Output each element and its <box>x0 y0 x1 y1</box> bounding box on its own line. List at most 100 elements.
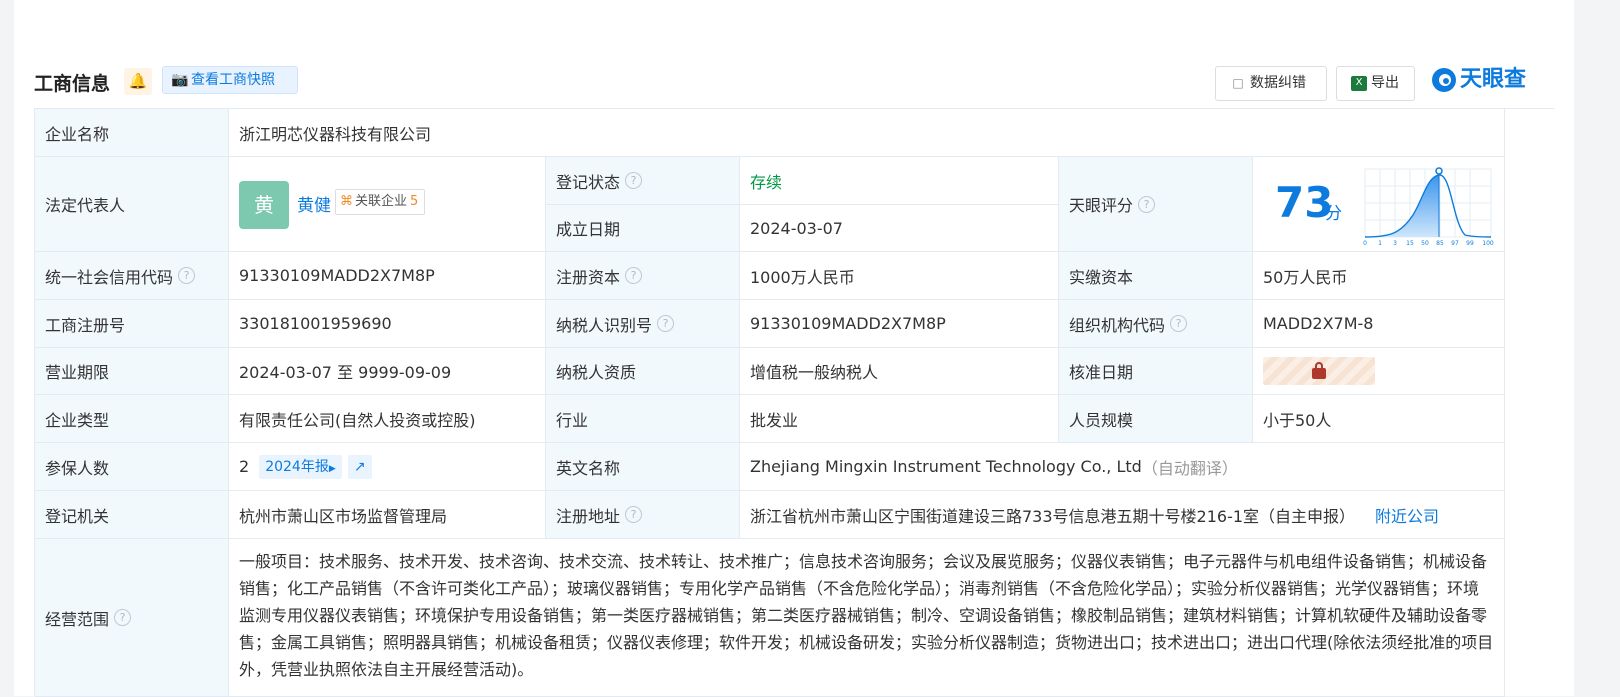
value-company-type: 有限责任公司(自然人投资或控股) <box>229 395 546 443</box>
auto-translate-note: （自动翻译） <box>1141 458 1238 478</box>
network-icon: ⌘ <box>340 194 353 209</box>
camera-icon: 📷 <box>171 72 189 88</box>
label-company-type: 企业类型 <box>35 395 229 443</box>
value-reg-authority: 杭州市萧山区市场监督管理局 <box>229 491 546 539</box>
brand-text: 天眼查 <box>1460 67 1527 92</box>
credit-code-text: 91330109MADD2X7M8P <box>239 266 435 285</box>
label-text: 天眼评分 <box>1069 196 1134 215</box>
value-biz-reg-no: 330181001959690 <box>229 300 546 348</box>
biz-term-text: 2024-03-07 至 9999-09-09 <box>239 363 452 382</box>
biz-scope-text: 一般项目：技术服务、技术开发、技术咨询、技术交流、技术转让、技术推广；信息技术咨… <box>239 552 1494 679</box>
company-type-text: 有限责任公司(自然人投资或控股) <box>239 410 476 430</box>
tick-label: 97 <box>1451 240 1459 247</box>
biz-reg-no-text: 330181001959690 <box>239 314 392 333</box>
label-text: 人员规模 <box>1069 410 1134 430</box>
label-est-date: 成立日期 <box>546 205 740 252</box>
question-circle-icon[interactable]: ? <box>625 506 643 523</box>
value-tianyan-score[interactable]: 73 分 0 1 3 15 50 85 97 99 100 <box>1253 157 1505 252</box>
question-circle-icon[interactable]: ? <box>114 609 132 626</box>
question-circle-icon[interactable]: ? <box>625 172 643 189</box>
data-fix-label: 数据纠错 <box>1250 75 1306 91</box>
section-title: 工商信息 <box>34 73 111 95</box>
data-fix-button[interactable]: □ 数据纠错 <box>1215 66 1327 101</box>
document-icon: □ <box>1232 76 1244 90</box>
tick-label: 99 <box>1466 240 1474 247</box>
question-circle-icon[interactable]: ? <box>625 267 643 284</box>
value-biz-scope: 一般项目：技术服务、技术开发、技术咨询、技术交流、技术转让、技术推广；信息技术咨… <box>229 539 1505 697</box>
value-taxpayer-id: 91330109MADD2X7M8P <box>740 300 1059 348</box>
label-text: 注册资本 <box>556 267 621 287</box>
locked-value-button[interactable] <box>1263 357 1375 385</box>
label-text: 经营范围 <box>45 609 110 629</box>
value-paid-capital: 50万人民币 <box>1253 252 1505 300</box>
label-english-name: 英文名称 <box>546 443 740 491</box>
value-biz-term: 2024-03-07 至 9999-09-09 <box>229 348 546 395</box>
label-legal-rep: 法定代表人 <box>35 157 229 252</box>
related-companies-button[interactable]: ⌘ 关联企业 5 <box>335 189 426 215</box>
export-button[interactable]: X 导出 <box>1336 66 1415 101</box>
value-credit-code: 91330109MADD2X7M8P <box>229 252 546 300</box>
tick-label: 1 <box>1378 240 1382 247</box>
label-approval-date: 核准日期 <box>1059 348 1253 395</box>
question-circle-icon[interactable]: ? <box>178 267 196 284</box>
label-text: 工商注册号 <box>45 315 126 335</box>
label-text: 企业名称 <box>45 124 110 144</box>
tick-label: 3 <box>1393 240 1397 247</box>
label-reg-authority: 登记机关 <box>35 491 229 539</box>
page: 工商信息 🔔 📷 查看工商快照 □ 数据纠错 X 导出 天眼查 企业名称 浙江明芯仪器… <box>14 0 1574 697</box>
view-snapshot-button[interactable]: 📷 查看工商快照 <box>162 66 298 94</box>
question-circle-icon[interactable]: ? <box>657 315 675 332</box>
value-reg-status: 存续 <box>740 157 1059 205</box>
trend-chart-icon[interactable]: ↗ <box>347 454 372 479</box>
label-text: 注册地址 <box>556 506 621 526</box>
label-text: 企业类型 <box>45 410 110 430</box>
label-text: 英文名称 <box>556 458 621 478</box>
bell-icon[interactable]: 🔔 <box>124 68 152 95</box>
label-biz-reg-no: 工商注册号 <box>35 300 229 348</box>
taxpayer-qual-text: 增值税一般纳税人 <box>750 363 879 382</box>
related-label: 关联企业 <box>355 194 408 209</box>
score-unit: 分 <box>1325 204 1342 224</box>
staff-size-text: 小于50人 <box>1263 410 1332 430</box>
avatar[interactable]: 黄 <box>239 181 289 229</box>
reg-authority-text: 杭州市萧山区市场监督管理局 <box>239 506 448 526</box>
tianyancha-logo: 天眼查 <box>1432 66 1532 96</box>
nearby-companies-link[interactable]: 附近公司 <box>1375 503 1439 527</box>
label-staff-size: 人员规模 <box>1059 395 1253 443</box>
annual-report-tag[interactable]: 2024年报▶ <box>259 454 342 479</box>
label-paid-capital: 实缴资本 <box>1059 252 1253 300</box>
label-industry: 行业 <box>546 395 740 443</box>
lock-icon <box>1312 361 1326 379</box>
tick-label: 0 <box>1363 240 1367 247</box>
tick-label: 15 <box>1406 240 1414 247</box>
label-reg-capital: 注册资本? <box>546 252 740 300</box>
eye-logo-icon <box>1432 68 1456 92</box>
value-taxpayer-qual: 增值税一般纳税人 <box>740 348 1059 395</box>
legal-rep-name-link[interactable]: 黄健 <box>297 191 331 216</box>
tick-label: 50 <box>1421 240 1429 247</box>
reg-capital-text: 1000万人民币 <box>750 267 855 287</box>
label-text: 登记机关 <box>45 506 110 526</box>
english-name-text: Zhejiang Mingxin Instrument Technology C… <box>750 457 1142 476</box>
value-english-name: Zhejiang Mingxin Instrument Technology C… <box>740 443 1505 491</box>
tick-label: 85 <box>1436 240 1444 247</box>
label-tianyan-score: 天眼评分? <box>1059 157 1253 252</box>
question-circle-icon[interactable]: ? <box>1170 315 1188 332</box>
label-reg-status: 登记状态? <box>546 157 740 205</box>
value-reg-address: 浙江省杭州市萧山区宁围街道建设三路733号信息港五期十号楼216-1室（自主申报… <box>740 491 1505 539</box>
label-text: 登记状态 <box>556 172 621 192</box>
value-insured-count: 2 2024年报▶ ↗ <box>229 443 546 491</box>
question-circle-icon[interactable]: ? <box>1138 195 1156 213</box>
value-approval-date <box>1253 348 1505 395</box>
value-company-name: 浙江明芯仪器科技有限公司 <box>229 109 1505 157</box>
label-taxpayer-qual: 纳税人资质 <box>546 348 740 395</box>
score-distribution-chart: 0 1 3 15 50 85 97 99 100 <box>1363 167 1494 247</box>
annual-report-label: 2024年报 <box>265 458 329 475</box>
label-text: 纳税人资质 <box>556 363 637 382</box>
label-text: 参保人数 <box>45 458 110 478</box>
org-code-text: MADD2X7M-8 <box>1263 314 1374 333</box>
tick-label: 100 <box>1482 240 1494 247</box>
label-text: 纳税人识别号 <box>556 315 653 335</box>
value-est-date: 2024-03-07 <box>740 205 1059 252</box>
export-label: 导出 <box>1371 75 1399 91</box>
